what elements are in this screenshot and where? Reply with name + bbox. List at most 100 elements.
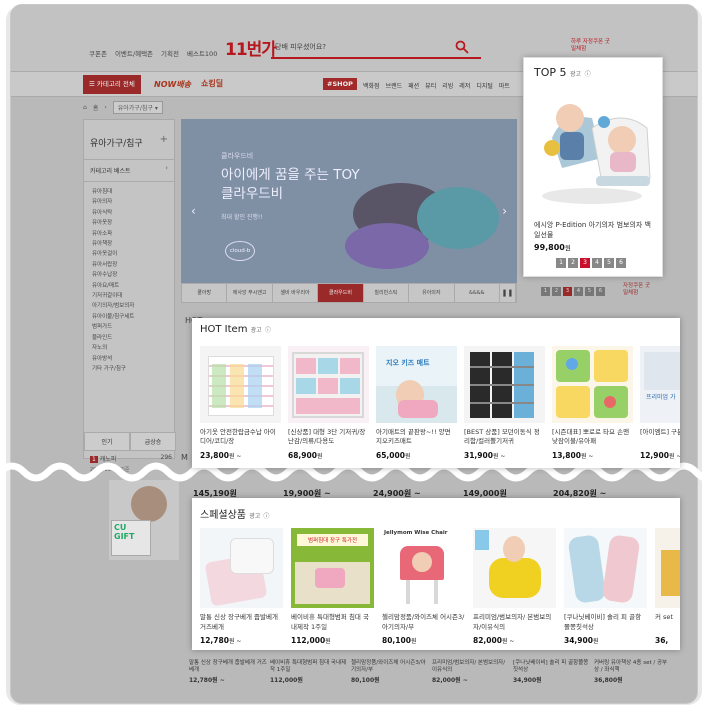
sidebar-item[interactable]: 유아책장 — [92, 239, 166, 249]
product-card[interactable]: [시즌대표] 뽀로로 타요 손맨 낮잠이불/유아패 13,800원 ~ — [552, 346, 633, 460]
search-icon[interactable] — [455, 40, 469, 54]
site-logo[interactable]: 11번가 — [225, 35, 277, 60]
product-card[interactable]: 프리미엄/범보의자/ 본범보의자/이유식의 82,000원 ~ — [473, 528, 556, 645]
search-box[interactable]: 당배 피우셨어요? — [271, 39, 481, 59]
info-icon[interactable]: ⓘ — [263, 513, 269, 520]
nav-cat[interactable]: 마트 — [499, 81, 510, 90]
page-button[interactable]: 1 — [556, 258, 566, 268]
bg-page[interactable]: 4 — [574, 287, 583, 296]
nav-cat[interactable]: 레저 — [459, 81, 470, 90]
page-button-current[interactable]: 3 — [580, 258, 590, 268]
item-price: 12,780원 ~ — [189, 677, 225, 684]
banner-tab[interactable]: &&&& — [455, 284, 500, 302]
breadcrumb-home[interactable]: 홈 — [93, 103, 99, 112]
banner-tab[interactable]: 셀비 바우리아 — [273, 284, 319, 302]
bg-page[interactable]: 1 — [541, 287, 550, 296]
page-button[interactable]: 4 — [592, 258, 602, 268]
bg-bottom-item[interactable]: [쿠나닛베이비] 솔리 피 골항쫄쫑칫석상 34,900원 — [513, 660, 591, 684]
nav-cat[interactable]: 백화점 — [363, 81, 380, 90]
shocking-deal-link[interactable]: 쇼킹딜 — [201, 78, 223, 89]
product-name: [시즌대표] 뽀로로 타요 손맨 낮잠이불/유아패 — [552, 428, 630, 445]
sidebar-item[interactable]: 범퍼가드 — [92, 322, 166, 332]
toplink-event[interactable]: 이벤트/혜택존 — [115, 48, 153, 58]
info-icon[interactable]: ⓘ — [585, 71, 591, 78]
bg-page[interactable]: 3 — [563, 287, 572, 296]
sidebar-item[interactable]: 유아침대 — [92, 187, 166, 197]
sidebar-item[interactable]: 자노의 — [92, 343, 166, 353]
sidebar-item[interactable]: 기저귀갈이대 — [92, 291, 166, 301]
banner-prev-icon[interactable]: ‹ — [191, 204, 196, 218]
bg-bottom-item[interactable]: 베이비휴 특대형범퍼 침대 국내제작 1주일 112,000원 — [270, 660, 348, 684]
main-banner[interactable]: 클라우드비 아이에게 꿈을 주는 TOY 클라우드비 최대 할인 진행!! clo… — [181, 119, 517, 283]
banner-next-icon[interactable]: › — [502, 204, 507, 218]
sidebar-item[interactable]: 블라인드 — [92, 333, 166, 343]
banner-tab-active[interactable]: 클라우드비 — [318, 284, 364, 302]
tab-rising[interactable]: 급상승 — [130, 432, 176, 451]
page-button[interactable]: 5 — [604, 258, 614, 268]
top5-pager: 1 2 3 4 5 6 — [556, 258, 626, 268]
product-thumb — [552, 346, 633, 423]
product-card[interactable]: 프리미엄 가 [아이엠트] 구분/수납 12,900원 ~ — [640, 346, 680, 460]
shop-tag[interactable]: #SHOP — [323, 78, 357, 90]
sidebar-best[interactable]: 카테고리 베스트 › — [84, 160, 174, 182]
banner-tab[interactable]: 에사앙 푸시앤고 — [227, 284, 273, 302]
special-popup: 스페셜상품 광고 ⓘ 말통 신상 장구베개 줍발베개 거즈베개 12,780원 … — [192, 498, 680, 650]
nav-cat[interactable]: 뷰티 — [425, 81, 436, 90]
nav-cat[interactable]: 브랜드 — [386, 81, 403, 90]
product-card[interactable]: [쿠나닛베이비] 솔리 피 골항쫄쫑칫석상 34,900원 — [564, 528, 647, 645]
right-promo[interactable]: 하루 자정쿠폰 굿밀체험 — [571, 39, 611, 53]
sidebar-item[interactable]: 유아이불/침구세트 — [92, 312, 166, 322]
product-card[interactable]: 아기옷 안전한랍금수납 아이디어/코디/장 23,800원 ~ — [200, 346, 281, 460]
sidebar-item[interactable]: 아기의자/범보의자 — [92, 301, 166, 311]
sidebar-item[interactable]: 유아소파 — [92, 229, 166, 239]
category-all-button[interactable]: ☰ 카테고리 전체 — [83, 75, 141, 94]
bg-side-promo[interactable]: 자정쿠폰 굿밀체험 — [623, 283, 653, 297]
sidebar-item[interactable]: 유아요/매트 — [92, 281, 166, 291]
bg-bottom-item[interactable]: 프리미엄/범보의자/ 본범보의자/이유식의 82,000원 ~ — [432, 660, 510, 684]
bg-bottom-item[interactable]: 말통 신상 장구베개 줍발베개 거즈베개 12,780원 ~ — [189, 660, 267, 684]
page-button[interactable]: 2 — [568, 258, 578, 268]
banner-tab[interactable]: 쿨아방 — [182, 284, 228, 302]
sidebar-item[interactable]: 유아옷장 — [92, 218, 166, 228]
top5-popup[interactable]: TOP 5 광고 ⓘ 에시앙 P-Edition 아기의자 범보의자 백일선물 … — [523, 57, 663, 277]
top5-product-name[interactable]: 에시앙 P-Edition 아기의자 범보의자 백일선물 — [534, 220, 654, 240]
sidebar-item[interactable]: 유아방석 — [92, 354, 166, 364]
bg-bottom-item[interactable]: 첼리맘정품/와이즈체 어시즌3/아기의자/부 80,100원 — [351, 660, 429, 684]
product-card[interactable]: 범퍼침대 장구 특가전 베이비휴 특대형범퍼 침대 국내제작 1주일 112,0… — [291, 528, 374, 645]
toplink-coupon[interactable]: 쿠폰존 — [89, 48, 107, 58]
bg-ad[interactable]: CU GIFT — [109, 480, 179, 560]
product-card[interactable]: [신상품] 대형 3단 기저귀/장난감/의류/다용도 68,900원 — [288, 346, 369, 460]
info-icon[interactable]: ⓘ — [265, 327, 271, 334]
sidebar-item[interactable]: 유아식탁 — [92, 208, 166, 218]
sidebar-item[interactable]: 유아수납장 — [92, 270, 166, 280]
nav-cat[interactable]: 리빙 — [442, 81, 453, 90]
bg-page[interactable]: 5 — [585, 287, 594, 296]
product-card[interactable]: 말통 신상 장구베개 줍발베개 거즈베개 12,780원 ~ — [200, 528, 283, 645]
nav-cat[interactable]: 패션 — [408, 81, 419, 90]
bg-bottom-item[interactable]: 커버링 유아책상 4종 set / 공부상 / 좌식책 36,800원 — [594, 660, 672, 684]
toplink-best[interactable]: 베스트100 — [187, 48, 217, 58]
banner-tab[interactable]: 칠리빈스틱 — [364, 284, 410, 302]
now-delivery-link[interactable]: NOW배송 — [154, 79, 191, 90]
toplink-special[interactable]: 기획전 — [161, 48, 179, 58]
product-name: 말통 신상 장구베개 줍발베개 거즈베개 — [200, 613, 278, 631]
pause-icon[interactable]: ❚❚ — [500, 284, 516, 302]
page-button[interactable]: 6 — [616, 258, 626, 268]
tab-popular[interactable]: 인기 — [84, 432, 130, 451]
product-card[interactable]: 커 set 36, — [655, 528, 680, 645]
sidebar-item[interactable]: 유아서랍장 — [92, 260, 166, 270]
product-card[interactable]: [BEST 상품] 모던이동식 정리함/컬러쁠기저귀 31,900원 ~ — [464, 346, 545, 460]
home-icon[interactable]: ⌂ — [83, 104, 87, 111]
banner-tab[interactable]: 유아의자 — [409, 284, 455, 302]
nav-cat[interactable]: 디지털 — [476, 81, 493, 90]
sidebar-item[interactable]: 기타 가구/침구 — [92, 364, 166, 374]
product-card[interactable]: Jellymom Wise Chair 첼리맘정품/와이즈체 어시즌3/아기의자… — [382, 528, 465, 645]
product-card[interactable]: 지오 키즈 매트 아기매트의 끝판왕~!! 양면 지오키즈매트 65,000원 — [376, 346, 457, 460]
sidebar-item[interactable]: 유아의자 — [92, 197, 166, 207]
bg-page[interactable]: 2 — [552, 287, 561, 296]
bg-page[interactable]: 6 — [596, 287, 605, 296]
sidebar-item[interactable]: 유아옷걸이 — [92, 249, 166, 259]
breadcrumb-select[interactable]: 유아가구/침구 ▾ — [112, 101, 163, 114]
plus-icon[interactable]: + — [160, 134, 168, 145]
price-unit: 원 — [410, 638, 417, 645]
